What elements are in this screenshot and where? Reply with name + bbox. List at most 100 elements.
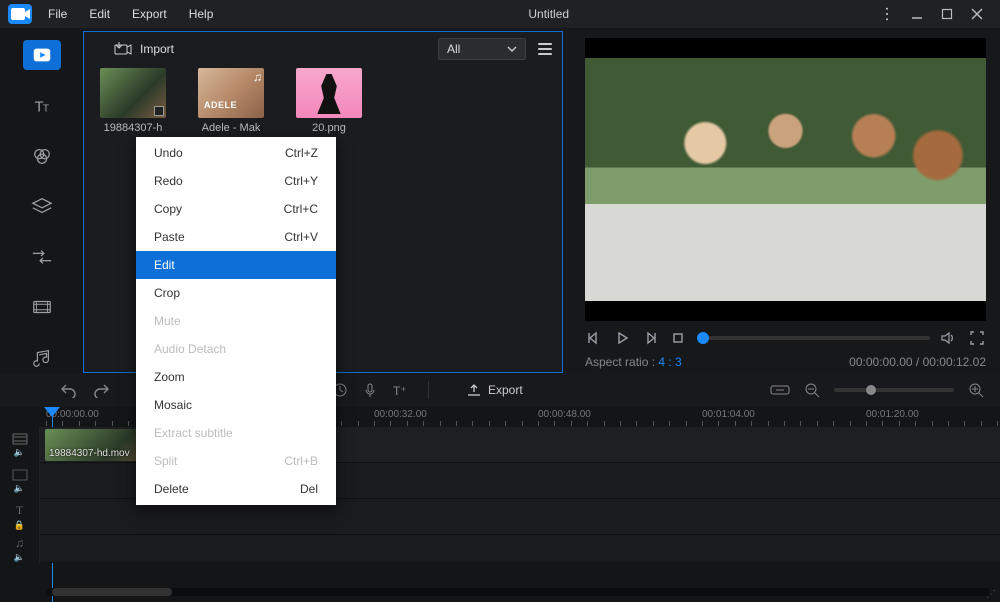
- context-menu-shortcut: Del: [300, 482, 318, 496]
- menu-file[interactable]: File: [38, 3, 77, 25]
- clip-label: 19884307-hd.mov: [49, 448, 130, 459]
- window-more-button[interactable]: ⋯: [874, 4, 900, 24]
- video-badge-icon: [154, 106, 164, 116]
- preview-panel: Aspect ratio : 4 : 3 00:00:00.00 / 00:00…: [563, 28, 1000, 373]
- window-maximize-button[interactable]: [934, 4, 960, 24]
- stop-button[interactable]: [669, 329, 687, 347]
- media-filter-select[interactable]: All: [438, 38, 526, 60]
- track-head-text[interactable]: T🔒: [0, 499, 40, 535]
- volume-button[interactable]: [940, 329, 958, 347]
- elements-icon: [31, 296, 53, 318]
- undo-button[interactable]: [60, 382, 78, 398]
- svg-text:T: T: [42, 103, 48, 114]
- context-menu-item[interactable]: Crop: [136, 279, 336, 307]
- context-menu-item[interactable]: Mosaic: [136, 391, 336, 419]
- aspect-ratio-label: Aspect ratio : 4 : 3: [585, 355, 682, 369]
- zoom-out-button[interactable]: [804, 382, 820, 398]
- import-label: Import: [140, 42, 174, 56]
- timeline-scrollbar[interactable]: [46, 588, 990, 596]
- context-menu-label: Audio Detach: [154, 342, 226, 356]
- context-menu-item: Extract subtitle: [136, 419, 336, 447]
- context-menu-shortcut: Ctrl+B: [284, 454, 318, 468]
- rail-overlays[interactable]: [23, 191, 61, 221]
- music-icon: [31, 347, 53, 369]
- context-menu-item[interactable]: Edit: [136, 251, 336, 279]
- ruler-label: 00:01:20.00: [866, 409, 919, 420]
- aspect-ratio-value: 4 : 3: [658, 355, 681, 369]
- fit-timeline-button[interactable]: [770, 383, 790, 397]
- seek-bar[interactable]: [697, 336, 930, 340]
- context-menu-item[interactable]: UndoCtrl+Z: [136, 139, 336, 167]
- track-head-audio[interactable]: ♫🔈: [0, 535, 40, 563]
- tool-voiceover-button[interactable]: [362, 382, 378, 398]
- app-logo-icon: [8, 2, 32, 26]
- media-thumbnail: [100, 68, 166, 118]
- text-icon: TT: [31, 95, 53, 117]
- prev-frame-button[interactable]: [585, 329, 603, 347]
- import-icon: [114, 42, 132, 56]
- track-head-pip[interactable]: 🔈: [0, 463, 40, 499]
- import-button[interactable]: Import: [114, 42, 174, 56]
- rail-filters[interactable]: [23, 141, 61, 171]
- context-menu-shortcut: Ctrl+V: [284, 230, 318, 244]
- rail-music[interactable]: [23, 343, 61, 373]
- preview-frame-image: [585, 58, 986, 301]
- context-menu-label: Undo: [154, 146, 183, 160]
- media-item[interactable]: 20.png: [294, 68, 364, 134]
- media-thumbnail: [296, 68, 362, 118]
- menu-help[interactable]: Help: [179, 3, 224, 25]
- play-button[interactable]: [613, 329, 631, 347]
- context-menu-item[interactable]: RedoCtrl+Y: [136, 167, 336, 195]
- track-head-video[interactable]: 🔈: [0, 427, 40, 463]
- context-menu-item[interactable]: Zoom: [136, 363, 336, 391]
- context-menu-label: Copy: [154, 202, 182, 216]
- rail-elements[interactable]: [23, 292, 61, 322]
- seek-handle[interactable]: [697, 332, 709, 344]
- fullscreen-button[interactable]: [968, 329, 986, 347]
- overlays-icon: [31, 195, 53, 217]
- window-minimize-button[interactable]: [904, 4, 930, 24]
- context-menu-shortcut: Ctrl+C: [284, 202, 318, 216]
- tool-text-button[interactable]: T⁺: [392, 382, 410, 398]
- menu-bar: File Edit Export Help: [38, 3, 223, 25]
- context-menu-item: Mute: [136, 307, 336, 335]
- media-item[interactable]: 19884307-h: [98, 68, 168, 134]
- zoom-in-button[interactable]: [968, 382, 984, 398]
- resize-grip[interactable]: ⋰: [986, 589, 996, 600]
- context-menu-shortcut: Ctrl+Y: [284, 174, 318, 188]
- rail-media[interactable]: [23, 40, 61, 70]
- menu-edit[interactable]: Edit: [79, 3, 120, 25]
- media-item-label: 20.png: [312, 122, 346, 134]
- context-menu-label: Split: [154, 454, 177, 468]
- filters-icon: [31, 145, 53, 167]
- track-lane[interactable]: [40, 535, 1000, 563]
- rail-text[interactable]: TT: [23, 90, 61, 120]
- zoom-slider-handle[interactable]: [866, 385, 876, 395]
- redo-button[interactable]: [92, 382, 110, 398]
- media-filter-value: All: [447, 42, 460, 56]
- ruler-label: 00:00:32.00: [374, 409, 427, 420]
- window-close-button[interactable]: [964, 4, 990, 24]
- context-menu-label: Zoom: [154, 370, 185, 384]
- preview-viewport[interactable]: [585, 38, 986, 321]
- media-item[interactable]: ♫ADELE Adele - Mak: [196, 68, 266, 134]
- list-view-toggle[interactable]: [538, 43, 552, 55]
- export-label: Export: [488, 383, 523, 397]
- menu-export[interactable]: Export: [122, 3, 177, 25]
- context-menu-item[interactable]: DeleteDel: [136, 475, 336, 503]
- zoom-slider[interactable]: [834, 388, 954, 392]
- context-menu-label: Edit: [154, 258, 175, 272]
- scrollbar-thumb[interactable]: [52, 588, 172, 596]
- media-thumbnail: ♫ADELE: [198, 68, 264, 118]
- export-button[interactable]: Export: [466, 383, 523, 397]
- context-menu-item[interactable]: PasteCtrl+V: [136, 223, 336, 251]
- context-menu: UndoCtrl+ZRedoCtrl+Y Copy Ctrl+C PasteCtrl+…: [136, 137, 336, 505]
- app-logo: [8, 4, 32, 24]
- media-item-label: Adele - Mak: [202, 122, 261, 134]
- next-frame-button[interactable]: [641, 329, 659, 347]
- context-menu-item[interactable]: Copy Ctrl+C: [136, 195, 336, 223]
- export-icon: [466, 383, 482, 397]
- rail-transitions[interactable]: [23, 242, 61, 272]
- chevron-down-icon: [507, 46, 517, 52]
- filmstrip-icon: [12, 469, 28, 481]
